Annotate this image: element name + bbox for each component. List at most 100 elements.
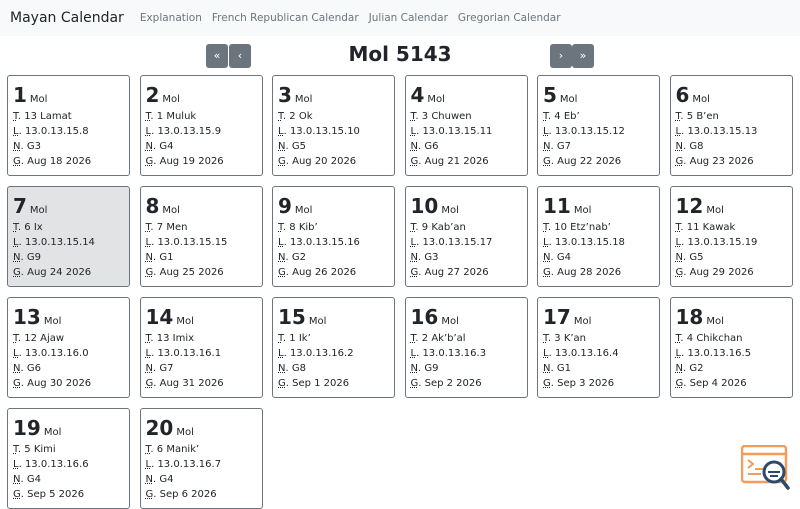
day-card[interactable]: 2 Mol T. 1 Muluk L. 13.0.13.15.9 N. G4 G. Aug… [139,75,263,176]
day-heading: 8 Mol [146,194,257,218]
tzolkin-date-line: T. 9 Kab’an [411,220,522,235]
long-count-date-value: 13.0.13.16.5 [687,348,752,359]
tzolkin-date-value: 11 Kawak [686,222,736,233]
day-card[interactable]: 16 Mol T. 2 Ak’b’al L. 13.0.13.16.3 N. G9 G. … [404,297,528,398]
day-month-name: Mol [294,94,313,105]
tzolkin-date-line: T. 7 Men [146,220,257,235]
day-month-name: Mol [29,205,48,216]
nav-link-julian[interactable]: Julian Calendar [369,12,448,24]
tzolkin-date-line: T. 1 Muluk [146,109,257,124]
day-card[interactable]: 11 Mol T. 10 Etz’nab’ L. 13.0.13.15.18 N. G4… [537,186,660,287]
long-count-date-line: L. 13.0.13.15.14 [13,235,124,250]
gregorian-date-line: G. Aug 27 2026 [411,265,522,280]
previous-year-button[interactable]: « [206,44,228,68]
gregorian-date-value: Aug 24 2026 [27,267,92,278]
day-month-name: Mol [706,205,724,216]
nav-link-explanation[interactable]: Explanation [140,12,202,24]
gregorian-date-line: G. Aug 23 2026 [676,154,787,169]
day-heading: 10 Mol [411,194,522,218]
lord-of-night-value: G6 [424,141,439,152]
day-number: 5 [543,83,557,107]
brand-link[interactable]: Mayan Calendar [10,10,124,26]
gregorian-date-line: G. Aug 26 2026 [278,265,389,280]
tzolkin-date-value: 5 Kimi [24,444,56,455]
day-month-name: Mol [441,316,459,327]
next-year-button[interactable]: » [572,44,594,68]
day-heading: 20 Mol [146,416,257,440]
day-heading: 16 Mol [411,305,522,329]
day-heading: 3 Mol [278,83,389,107]
tzolkin-date-line: T. 2 Ok [278,109,389,124]
tzolkin-date-line: T. 6 Manik’ [146,442,257,457]
gregorian-date-line: G. Aug 28 2026 [543,265,654,280]
day-heading: 1 Mol [13,83,124,107]
lord-of-night-line: N. G7 [146,361,257,376]
day-month-name: Mol [559,94,578,105]
day-heading: 19 Mol [13,416,124,440]
tzolkin-date-value: 13 Lamat [24,111,72,122]
lord-of-night-value: G3 [424,252,439,263]
lord-of-night-abbr: N [675,141,683,152]
tzolkin-date-value: 12 Ajaw [24,333,65,344]
lord-of-night-line: N. G4 [13,472,124,487]
day-card[interactable]: 15 Mol T. 1 Ik’ L. 13.0.13.16.2 N. G8 G. Sep … [272,297,395,398]
lord-of-night-value: G4 [556,252,571,263]
day-month-name: Mol [573,316,592,327]
gregorian-date-value: Aug 19 2026 [159,156,224,167]
gregorian-date-line: G. Aug 30 2026 [13,376,124,391]
day-card[interactable]: 9 Mol T. 8 Kib’ L. 13.0.13.15.16 N. G2 G. Aug… [272,186,395,287]
lord-of-night-value: G7 [556,141,571,152]
nav-link-french-republican[interactable]: French Republican Calendar [212,12,359,24]
lord-of-night-line: N. G2 [278,250,389,265]
tzolkin-date-value: 5 B’en [686,111,719,122]
day-heading: 9 Mol [278,194,389,218]
day-card[interactable]: 17 Mol T. 3 K’an L. 13.0.13.16.4 N. G1 G. Sep… [537,297,660,398]
tzolkin-date-line: T. 4 Eb’ [543,109,654,124]
search-code-icon[interactable] [740,444,791,491]
lord-of-night-line: N. G8 [676,139,787,154]
day-card[interactable]: 10 Mol T. 9 Kab’an L. 13.0.13.15.17 N. G3 G. … [404,186,528,287]
tzolkin-date-value: 13 Imix [156,333,195,344]
day-card[interactable]: 5 Mol T. 4 Eb’ L. 13.0.13.15.12 N. G7 G. Aug … [537,75,660,176]
day-number: 12 [675,194,704,218]
day-card[interactable]: 4 Mol T. 3 Chuwen L. 13.0.13.15.11 N. G6 G. A… [404,75,528,176]
day-card[interactable]: 12 Mol T. 11 Kawak L. 13.0.13.15.19 N. G5 G. … [669,186,793,287]
gregorian-date-value: Sep 1 2026 [292,378,350,389]
gregorian-date-abbr: G [13,489,21,500]
lord-of-night-value: G2 [291,252,306,263]
day-card[interactable]: 19 Mol T. 5 Kimi L. 13.0.13.16.6 N. G4 G. Sep… [7,408,130,509]
day-card[interactable]: 13 Mol T. 12 Ajaw L. 13.0.13.16.0 N. G6 G. Au… [7,297,130,398]
lord-of-night-abbr: N [410,363,418,374]
gregorian-date-value: Sep 4 2026 [689,378,747,389]
next-month-button[interactable]: › [550,44,572,68]
day-card[interactable]: 18 Mol T. 4 Chikchan L. 13.0.13.16.5 N. G2 G.… [669,297,793,398]
nav-link-gregorian[interactable]: Gregorian Calendar [458,12,561,24]
day-heading: 18 Mol [676,305,787,329]
long-count-date-value: 13.0.13.15.9 [157,126,222,137]
day-number: 17 [543,305,571,329]
gregorian-date-line: G. Aug 20 2026 [278,154,389,169]
long-count-date-value: 13.0.13.15.17 [422,237,493,248]
long-count-date-line: L. 13.0.13.16.3 [411,346,522,361]
long-count-date-line: L. 13.0.13.16.2 [278,346,389,361]
tzolkin-date-value: 2 Ak’b’al [421,333,466,344]
day-card[interactable]: 7 Mol T. 6 Ix L. 13.0.13.15.14 N. G9 G. Aug 2… [7,186,130,287]
day-card[interactable]: 8 Mol T. 7 Men L. 13.0.13.15.15 N. G1 G. Aug … [139,186,263,287]
previous-month-button[interactable]: ‹ [229,44,251,68]
tzolkin-date-line: T. 11 Kawak [676,220,787,235]
long-count-date-value: 13.0.13.16.6 [24,459,89,470]
long-count-date-line: L. 13.0.13.15.16 [278,235,389,250]
day-number: 19 [13,416,41,440]
gregorian-date-value: Sep 2 2026 [424,378,482,389]
day-card[interactable]: 6 Mol T. 5 B’en L. 13.0.13.15.13 N. G8 G. Aug… [669,75,793,176]
day-card[interactable]: 14 Mol T. 13 Imix L. 13.0.13.16.1 N. G7 G. Au… [139,297,263,398]
long-count-date-line: L. 13.0.13.16.5 [676,346,787,361]
day-card[interactable]: 20 Mol T. 6 Manik’ L. 13.0.13.16.7 N. G4 G. S… [139,408,263,509]
long-count-date-line: L. 13.0.13.15.18 [543,235,654,250]
day-card[interactable]: 1 Mol T. 13 Lamat L. 13.0.13.15.8 N. G3 G. Au… [7,75,130,176]
day-card[interactable]: 3 Mol T. 2 Ok L. 13.0.13.15.10 N. G5 G. Aug 2… [272,75,395,176]
tzolkin-date-value: 2 Ok [289,111,313,122]
day-number: 8 [145,194,160,218]
tzolkin-date-value: 7 Men [156,222,188,233]
lord-of-night-value: G2 [689,363,704,374]
